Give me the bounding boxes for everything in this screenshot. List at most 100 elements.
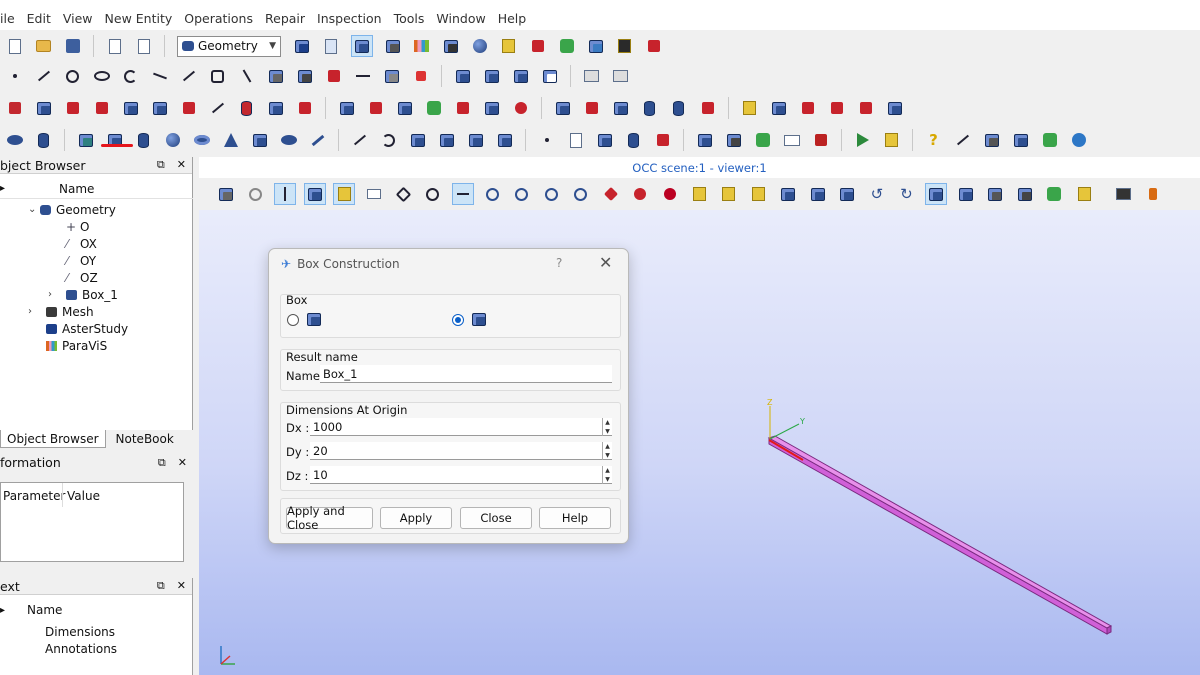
point-icon[interactable] [6, 68, 24, 84]
partition-icon[interactable] [654, 132, 672, 148]
paste-icon[interactable] [135, 38, 153, 54]
reset-view-icon[interactable] [925, 183, 948, 205]
tool-icon-4[interactable] [1041, 132, 1059, 148]
rectangle-icon[interactable] [251, 132, 269, 148]
globe-icon[interactable] [471, 38, 489, 54]
menu-window[interactable]: Window [436, 11, 485, 26]
cylinder-icon[interactable] [135, 132, 153, 148]
close-icon[interactable]: ✕ [177, 579, 186, 593]
yellow-box-icon[interactable] [883, 132, 901, 148]
rotate-ccw-icon[interactable]: ↺ [866, 183, 888, 205]
cross-icon[interactable] [412, 68, 430, 84]
list-item[interactable]: Dimensions [45, 623, 115, 640]
sub-shape-icon[interactable] [754, 132, 772, 148]
op-icon-3[interactable] [64, 100, 82, 116]
table-icon[interactable] [812, 132, 830, 148]
fit-selection-icon[interactable] [540, 183, 562, 205]
float-icon[interactable]: ⧉ [157, 579, 165, 593]
menu-tools[interactable]: Tools [394, 11, 425, 26]
sphere-icon[interactable] [164, 132, 182, 148]
build-shell-icon[interactable] [541, 68, 559, 84]
radio-dimensions[interactable] [452, 314, 464, 326]
tree-item-box[interactable]: › Box_1 [48, 286, 118, 303]
disk-icon[interactable] [6, 132, 24, 148]
paravis-module-icon[interactable] [413, 38, 431, 54]
op-icon-6[interactable] [151, 100, 169, 116]
chevron-right-icon[interactable]: › [48, 289, 66, 300]
build-wire-icon[interactable] [483, 68, 501, 84]
open-folder-icon[interactable] [35, 38, 53, 54]
module-icon-13[interactable] [645, 38, 663, 54]
list-item[interactable]: Annotations [45, 640, 117, 657]
apply-button[interactable]: Apply [380, 507, 452, 529]
new-document-icon[interactable] [6, 38, 24, 54]
view-left-icon[interactable] [807, 183, 829, 205]
spin-arrows-icon[interactable]: ▲ ▼ [602, 466, 612, 484]
pan-icon[interactable] [600, 183, 622, 205]
vertex-icon[interactable] [538, 132, 556, 148]
op-icon-18[interactable] [512, 100, 530, 116]
result-name-input[interactable]: Box_1 [320, 365, 612, 383]
vector-icon[interactable] [180, 68, 198, 84]
spin-arrows-icon[interactable]: ▲ ▼ [602, 442, 612, 460]
op-icon-13[interactable] [367, 100, 385, 116]
circle-icon[interactable] [64, 68, 82, 84]
op-icon-20[interactable] [583, 100, 601, 116]
pipe-icon[interactable] [309, 132, 327, 148]
tool-icon-5[interactable] [1070, 132, 1088, 148]
dynamic-preselection-icon[interactable] [333, 183, 356, 205]
op-icon-28[interactable] [828, 100, 846, 116]
extrusion-icon[interactable] [438, 132, 456, 148]
build-face-icon[interactable] [512, 68, 530, 84]
module-icon-6[interactable] [442, 38, 460, 54]
view-bottom-icon[interactable] [777, 183, 799, 205]
save-icon[interactable] [64, 38, 82, 54]
scaling-icon[interactable] [1014, 183, 1036, 205]
flag-icon[interactable] [854, 132, 872, 148]
float-icon[interactable]: ⧉ [158, 456, 166, 470]
dump-view-icon[interactable] [215, 183, 237, 205]
local-cs-icon[interactable] [238, 68, 256, 84]
op-icon-26[interactable] [770, 100, 788, 116]
copy-icon[interactable] [106, 38, 124, 54]
close-button[interactable]: Close [460, 507, 532, 529]
rotation-point-icon[interactable] [244, 183, 266, 205]
more-icon[interactable] [1142, 183, 1164, 205]
op-icon-21[interactable] [612, 100, 630, 116]
group-icon[interactable] [696, 132, 714, 148]
trihedron-icon[interactable] [451, 183, 474, 205]
circle-select-icon[interactable] [422, 183, 444, 205]
op-icon-10[interactable] [267, 100, 285, 116]
op-icon-9[interactable] [238, 100, 256, 116]
red-box-icon[interactable] [325, 68, 343, 84]
revolution-icon[interactable] [380, 132, 398, 148]
op-icon-4[interactable] [93, 100, 111, 116]
op-icon-5[interactable] [122, 100, 140, 116]
global-pan-icon[interactable] [629, 183, 651, 205]
clipping-icon[interactable] [984, 183, 1006, 205]
float-icon[interactable]: ⧉ [157, 158, 165, 172]
ambient-icon[interactable] [1073, 183, 1095, 205]
op-icon-7[interactable] [180, 100, 198, 116]
rotate-icon[interactable] [659, 183, 681, 205]
tree-item-mesh[interactable]: › Mesh [28, 303, 94, 320]
op-icon-1[interactable] [6, 100, 24, 116]
menu-view[interactable]: View [63, 11, 93, 26]
dz-spinbox[interactable]: 10 ▲ ▼ [310, 466, 612, 484]
op-icon-19[interactable] [554, 100, 572, 116]
cylinder-icon-small[interactable] [35, 132, 53, 148]
rect-select-icon[interactable] [363, 183, 385, 205]
box-label-icon[interactable] [783, 132, 801, 148]
clone-view-icon[interactable] [955, 183, 977, 205]
apply-and-close-button[interactable]: Apply and Close [286, 504, 373, 532]
ellipse-solid-icon[interactable] [280, 132, 298, 148]
menu-repair[interactable]: Repair [265, 11, 305, 26]
context-help-icon[interactable]: ? [556, 256, 562, 270]
op-icon-12[interactable] [338, 100, 356, 116]
menu-file[interactable]: ile [0, 11, 15, 26]
op-icon-8[interactable] [209, 100, 227, 116]
asterstudy-module-icon[interactable] [293, 38, 311, 54]
ellipse-icon[interactable] [93, 68, 111, 84]
filling-icon[interactable] [409, 132, 427, 148]
op-icon-14[interactable] [396, 100, 414, 116]
